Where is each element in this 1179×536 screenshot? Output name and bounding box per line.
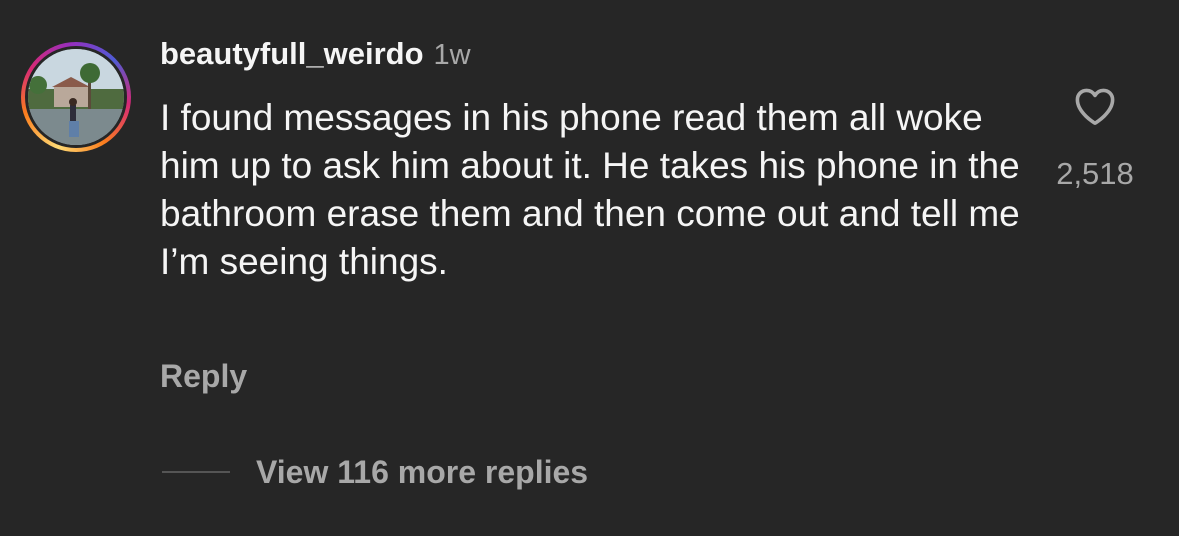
comment-header: beautyfull_weirdo 1w — [160, 36, 471, 82]
view-replies-button[interactable]: View 116 more replies — [162, 450, 588, 494]
avatar-gap — [25, 46, 127, 148]
comment: beautyfull_weirdo 1w I found messages in… — [0, 0, 1179, 536]
comment-text: I found messages in his phone read them … — [160, 97, 1020, 282]
replies-divider-line — [162, 471, 230, 473]
like-count: 2,518 — [1056, 156, 1134, 191]
avatar-story-ring[interactable] — [21, 42, 131, 152]
view-replies-label: View 116 more replies — [256, 453, 589, 490]
username[interactable]: beautyfull_weirdo — [160, 36, 424, 72]
heart-outline-icon[interactable] — [1070, 82, 1120, 130]
timestamp: 1w — [433, 39, 471, 71]
avatar[interactable] — [28, 49, 124, 145]
reply-button[interactable]: Reply — [160, 358, 247, 395]
